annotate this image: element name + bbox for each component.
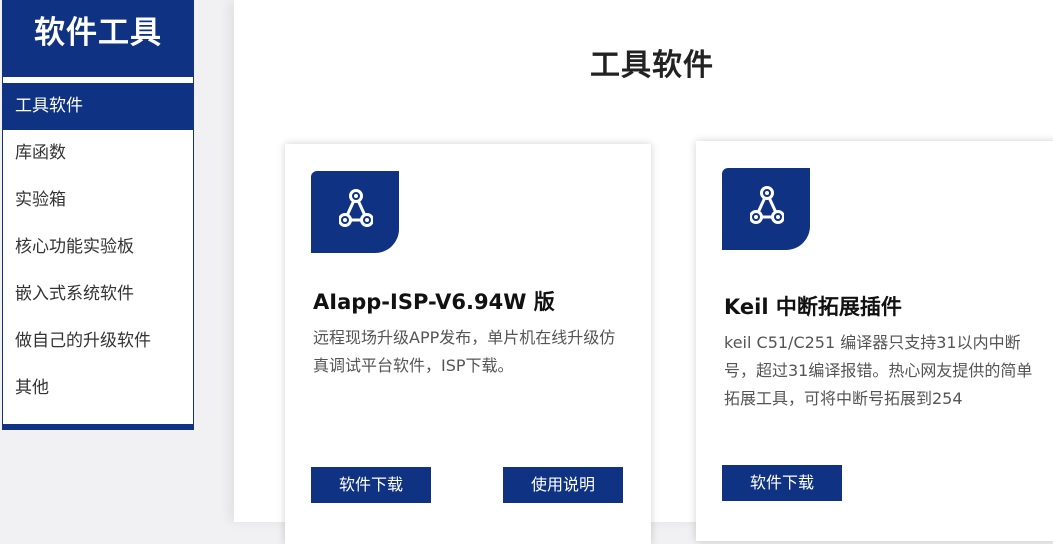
sidebar-item-library[interactable]: 库函数 (3, 130, 193, 177)
download-button[interactable]: 软件下载 (722, 465, 842, 501)
software-card: Keil 中断拓展插件 keil C51/C251 编译器只支持31以内中断号，… (696, 141, 1053, 541)
sidebar-menu: 工具软件 库函数 实验箱 核心功能实验板 嵌入式系统软件 做自己的升级软件 其他 (3, 83, 193, 412)
sidebar-item-lab-box[interactable]: 实验箱 (3, 177, 193, 224)
sidebar-title: 软件工具 (3, 1, 193, 77)
sidebar-bottom-bar (3, 424, 193, 429)
download-button[interactable]: 软件下载 (311, 467, 431, 503)
card-title: AIapp-ISP-V6.94W 版 (313, 290, 555, 314)
sidebar-item-other[interactable]: 其他 (3, 365, 193, 412)
sidebar-item-embedded-software[interactable]: 嵌入式系统软件 (3, 271, 193, 318)
manual-button[interactable]: 使用说明 (503, 467, 623, 503)
card-description: 远程现场升级APP发布，单片机在线升级仿真调试平台软件，ISP下载。 (313, 328, 616, 375)
share-network-icon (722, 168, 810, 250)
sidebar: 软件工具 工具软件 库函数 实验箱 核心功能实验板 嵌入式系统软件 做自己的升级… (2, 0, 194, 430)
share-network-icon (311, 171, 399, 253)
software-card: AIapp-ISP-V6.94W 版 远程现场升级APP发布，单片机在线升级仿真… (285, 144, 651, 544)
sidebar-item-upgrade-software[interactable]: 做自己的升级软件 (3, 318, 193, 365)
sidebar-item-tool-software[interactable]: 工具软件 (3, 83, 193, 130)
page-title: 工具软件 (590, 48, 714, 83)
sidebar-item-core-board[interactable]: 核心功能实验板 (3, 224, 193, 271)
card-title: Keil 中断拓展插件 (724, 295, 902, 319)
card-description: keil C51/C251 编译器只支持31以内中断号，超过31编译报错。热心网… (724, 333, 1033, 408)
